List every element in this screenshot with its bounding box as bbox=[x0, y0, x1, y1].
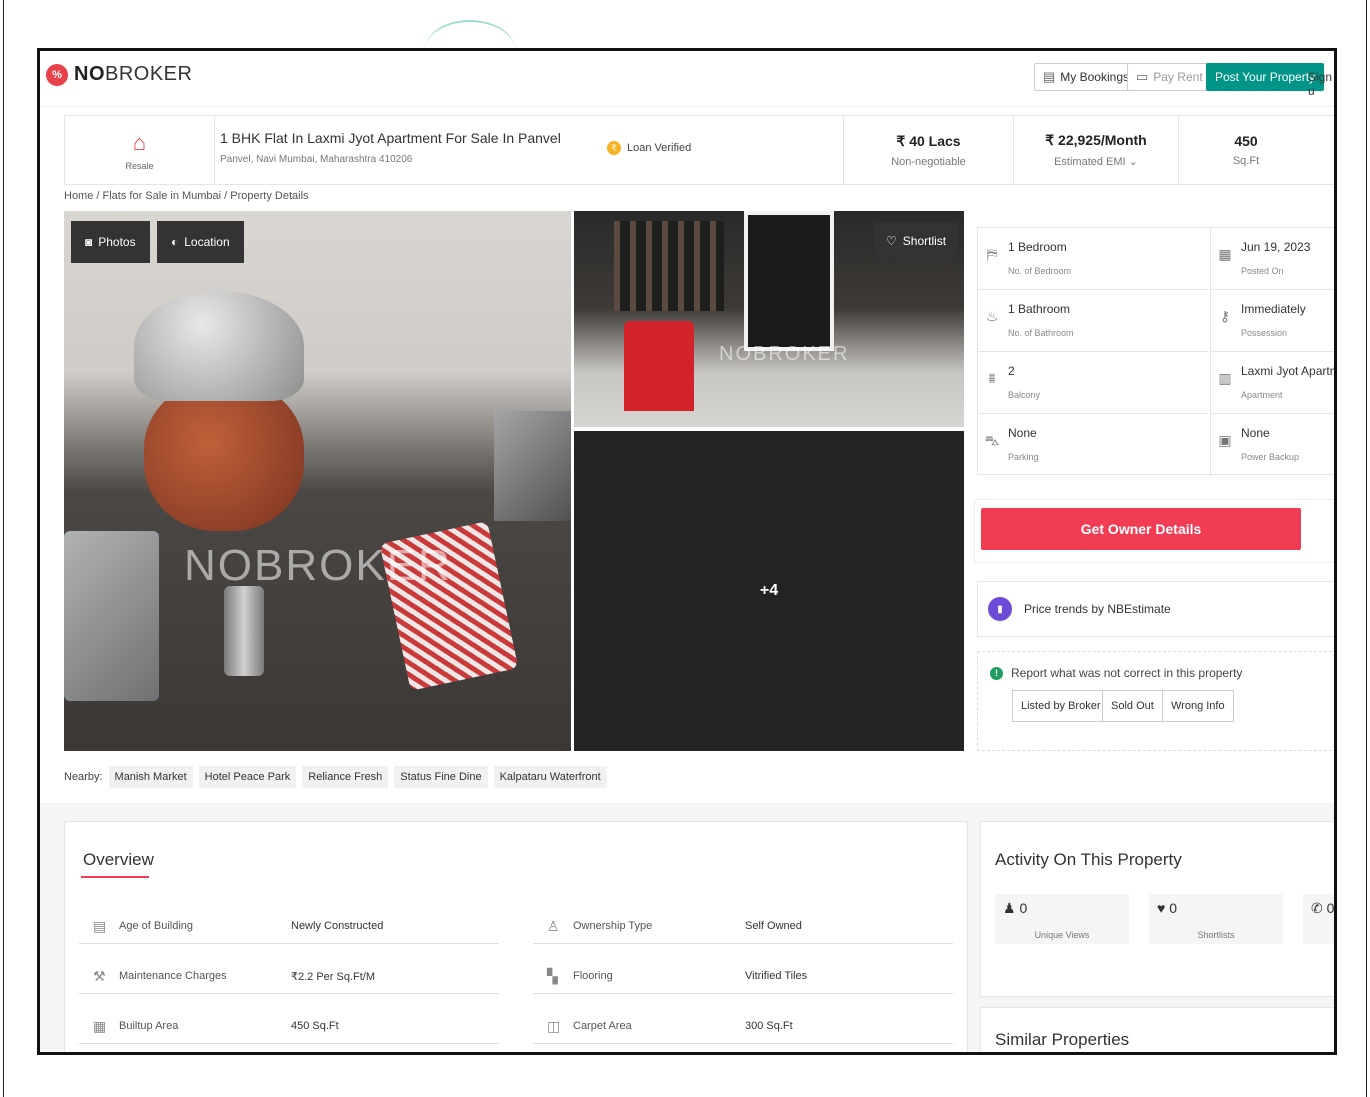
property-details-grid: ⛿ 1 Bedroom No. of Bedroom ▦ Jun 19, 202… bbox=[977, 227, 1334, 476]
nearby-chip[interactable]: Reliance Fresh bbox=[302, 766, 389, 788]
detail-possession: ⚷ Immediately Possession bbox=[1210, 290, 1334, 352]
site-header: % NOBROKER ▤ My Bookings ▭ Pay Rent Post… bbox=[40, 51, 1334, 107]
activity-section: Activity On This Property ♟ 0 Unique Vie… bbox=[980, 821, 1334, 997]
report-wrong-info-button[interactable]: Wrong Info bbox=[1162, 690, 1234, 722]
property-info-bar: ⌂ Resale 1 BHK Flat In Laxmi Jyot Apartm… bbox=[64, 115, 1334, 185]
owner-details-box: Get Owner Details bbox=[974, 499, 1334, 563]
detail-apartment: ▥ Laxmi Jyot Apartm... Apartment bbox=[1210, 352, 1334, 414]
builtup-icon: ▦ bbox=[93, 1018, 107, 1034]
loan-verified-badge: ₹ Loan Verified bbox=[607, 141, 691, 155]
key-icon: ⚷ bbox=[1219, 308, 1231, 324]
sign-up-link[interactable]: Sign u bbox=[1308, 70, 1334, 98]
price-stat: ₹ 40 Lacs Non-negotiable bbox=[843, 116, 1013, 184]
resale-badge: ⌂ Resale bbox=[65, 116, 215, 184]
logo-icon: % bbox=[46, 63, 68, 86]
detail-posted-on: ▦ Jun 19, 2023 Posted On bbox=[1210, 228, 1334, 290]
detail-balcony: ⩩ 2 Balcony bbox=[978, 352, 1208, 414]
bed-icon: ⛿ bbox=[986, 246, 998, 262]
overview-row: ▦ Builtup Area 450 Sq.Ft bbox=[79, 1010, 499, 1044]
nearby-places: Nearby: Manish Market Hotel Peace Park R… bbox=[64, 759, 967, 795]
property-title: 1 BHK Flat In Laxmi Jyot Apartment For S… bbox=[220, 130, 561, 146]
report-listed-by-broker-button[interactable]: Listed by Broker bbox=[1012, 690, 1110, 722]
watermark: NOBROKER bbox=[184, 541, 452, 590]
contacts-stat: ✆ 0 bbox=[1303, 894, 1334, 944]
shortlists-stat: ♥ 0 Shortlists bbox=[1149, 894, 1283, 944]
nearby-chip[interactable]: Status Fine Dine bbox=[394, 766, 488, 788]
overview-row: ♙ Ownership Type Self Owned bbox=[533, 910, 953, 944]
overview-row: ▤ Age of Building Newly Constructed bbox=[79, 910, 499, 944]
nearby-chip[interactable]: Hotel Peace Park bbox=[198, 766, 297, 788]
main-property-photo[interactable]: NOBROKER bbox=[64, 211, 571, 751]
bookings-icon: ▤ bbox=[1043, 69, 1056, 84]
my-bookings-button[interactable]: ▤ My Bookings bbox=[1034, 63, 1138, 91]
detail-power-backup: ▣ None Power Backup bbox=[1210, 414, 1334, 476]
phone-icon: ✆ bbox=[1311, 900, 1327, 916]
battery-icon: ▣ bbox=[1218, 432, 1232, 448]
nearby-chip[interactable]: Kalpataru Waterfront bbox=[493, 766, 607, 788]
flooring-icon: ▚ bbox=[547, 968, 558, 984]
breadcrumb[interactable]: Home / Flats for Sale in Mumbai / Proper… bbox=[64, 190, 309, 202]
similar-properties-section: Similar Properties bbox=[980, 1007, 1334, 1052]
bathtub-icon: ♨ bbox=[985, 308, 999, 324]
user-icon: ♟ bbox=[1003, 900, 1020, 916]
heart-icon: ♡ bbox=[886, 234, 897, 248]
chart-icon: ▮ bbox=[988, 597, 1012, 621]
detail-bedroom: ⛿ 1 Bedroom No. of Bedroom bbox=[978, 228, 1208, 290]
building-icon: ▥ bbox=[1218, 370, 1232, 386]
property-address: Panvel, Navi Mumbai, Maharashtra 410206 bbox=[220, 154, 413, 165]
ownership-icon: ♙ bbox=[547, 918, 560, 934]
shortlist-button[interactable]: ♡ Shortlist bbox=[874, 223, 959, 259]
maintenance-icon: ⚒ bbox=[93, 968, 106, 984]
overview-row: ◫ Carpet Area 300 Sq.Ft bbox=[533, 1010, 953, 1044]
overview-title: Overview bbox=[83, 850, 154, 869]
more-photos-tile[interactable]: +4 bbox=[574, 431, 964, 751]
pay-rent-button[interactable]: ▭ Pay Rent bbox=[1127, 63, 1212, 91]
nearby-chip[interactable]: Manish Market bbox=[108, 766, 193, 788]
calendar-icon: ▦ bbox=[1218, 246, 1232, 262]
get-owner-details-button[interactable]: Get Owner Details bbox=[981, 508, 1301, 550]
carpet-icon: ◫ bbox=[547, 1018, 561, 1034]
car-icon: ⛍ bbox=[984, 432, 1000, 448]
compass-icon: ◐ bbox=[171, 235, 179, 249]
similar-properties-title: Similar Properties bbox=[995, 1030, 1130, 1049]
property-title-block: 1 BHK Flat In Laxmi Jyot Apartment For S… bbox=[220, 130, 561, 165]
area-stat: 450 Sq.Ft bbox=[1178, 116, 1313, 184]
building-age-icon: ▤ bbox=[93, 918, 107, 934]
overview-row: ⚒ Maintenance Charges ₹2.2 Per Sq.Ft/M bbox=[79, 960, 499, 994]
balcony-icon: ⩩ bbox=[988, 370, 996, 386]
coin-icon: ₹ bbox=[607, 141, 621, 155]
photos-button[interactable]: ◙ Photos bbox=[71, 221, 150, 263]
nobroker-logo[interactable]: % NOBROKER bbox=[46, 63, 192, 86]
report-box: ! Report what was not correct in this pr… bbox=[977, 651, 1334, 751]
camera-icon: ◙ bbox=[85, 235, 93, 249]
price-trends-link[interactable]: ▮ Price trends by NBEstimate bbox=[977, 581, 1334, 637]
overview-section: Overview ▤ Age of Building Newly Constru… bbox=[64, 821, 968, 1052]
emi-stat[interactable]: ₹ 22,925/Month Estimated EMI ⌄ bbox=[1013, 116, 1178, 184]
alert-icon: ! bbox=[990, 666, 1003, 680]
house-icon: ⌂ bbox=[132, 130, 147, 155]
report-sold-out-button[interactable]: Sold Out bbox=[1102, 690, 1163, 722]
heart-icon: ♥ bbox=[1157, 900, 1170, 916]
unique-views-stat: ♟ 0 Unique Views bbox=[995, 894, 1129, 944]
browser-screen: % NOBROKER ▤ My Bookings ▭ Pay Rent Post… bbox=[37, 48, 1337, 1055]
watermark-small: NOBROKER bbox=[719, 343, 850, 365]
activity-title: Activity On This Property bbox=[995, 850, 1182, 869]
overview-row: ▚ Flooring Vitrified Tiles bbox=[533, 960, 953, 994]
report-question: Report what was not correct in this prop… bbox=[1011, 666, 1243, 680]
detail-bathroom: ♨ 1 Bathroom No. of Bathroom bbox=[978, 290, 1208, 352]
location-button[interactable]: ◐ Location bbox=[157, 221, 244, 263]
detail-parking: ⛍ None Parking bbox=[984, 426, 1039, 462]
post-property-button[interactable]: Post Your Property bbox=[1206, 63, 1325, 91]
card-icon: ▭ bbox=[1136, 69, 1149, 84]
